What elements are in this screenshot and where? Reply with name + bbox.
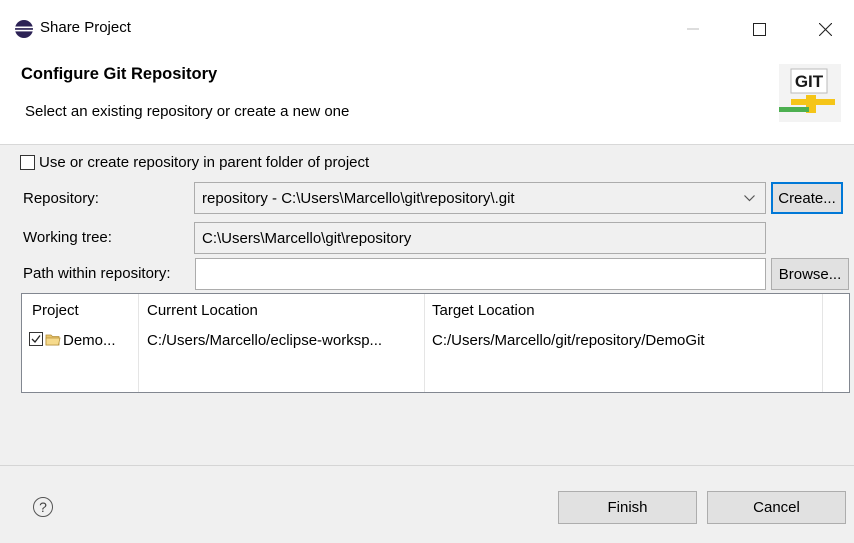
- parent-folder-checkbox-label: Use or create repository in parent folde…: [39, 154, 370, 171]
- column-header-current-location[interactable]: Current Location: [147, 294, 258, 327]
- repository-label: Repository:: [23, 190, 99, 207]
- page-description: Select an existing repository or create …: [25, 103, 350, 120]
- git-logo-text: GIT: [795, 72, 824, 91]
- parent-folder-checkbox[interactable]: [20, 155, 35, 170]
- maximize-icon: [752, 22, 766, 36]
- close-button[interactable]: [802, 12, 848, 46]
- minimize-button[interactable]: [670, 12, 716, 46]
- row-checkbox[interactable]: [29, 332, 43, 346]
- minimize-icon: [687, 28, 699, 30]
- git-logo-icon: GIT: [779, 64, 841, 126]
- working-tree-label: Working tree:: [23, 229, 112, 246]
- maximize-button[interactable]: [736, 12, 782, 46]
- repository-select-value: repository - C:\Users\Marcello\git\repos…: [202, 189, 515, 207]
- working-tree-field: C:\Users\Marcello\git\repository: [194, 222, 766, 254]
- column-header-project[interactable]: Project: [32, 294, 79, 327]
- eclipse-icon: [15, 20, 33, 38]
- help-icon[interactable]: ?: [33, 497, 53, 517]
- window-title: Share Project: [40, 19, 131, 36]
- column-header-target-location[interactable]: Target Location: [432, 294, 535, 327]
- project-table[interactable]: Project Current Location Target Location…: [21, 293, 850, 393]
- repository-select[interactable]: repository - C:\Users\Marcello\git\repos…: [194, 182, 766, 214]
- chevron-down-icon: [744, 195, 755, 202]
- page-title: Configure Git Repository: [21, 65, 218, 83]
- path-label: Path within repository:: [23, 265, 171, 282]
- create-button[interactable]: Create...: [771, 182, 843, 214]
- finish-button[interactable]: Finish: [558, 491, 697, 524]
- working-tree-value: C:\Users\Marcello\git\repository: [202, 229, 412, 247]
- row-project: Demo...: [63, 331, 116, 349]
- browse-button[interactable]: Browse...: [771, 258, 849, 290]
- path-input[interactable]: [195, 258, 766, 290]
- row-current-location: C:/Users/Marcello/eclipse-worksp...: [147, 331, 383, 349]
- folder-icon: [45, 334, 61, 346]
- cancel-button[interactable]: Cancel: [707, 491, 846, 524]
- close-icon: [818, 22, 832, 36]
- table-row[interactable]: Demo... C:/Users/Marcello/eclipse-worksp…: [22, 328, 849, 352]
- checkmark-icon: [31, 335, 41, 343]
- row-target-location: C:/Users/Marcello/git/repository/DemoGit: [432, 331, 705, 349]
